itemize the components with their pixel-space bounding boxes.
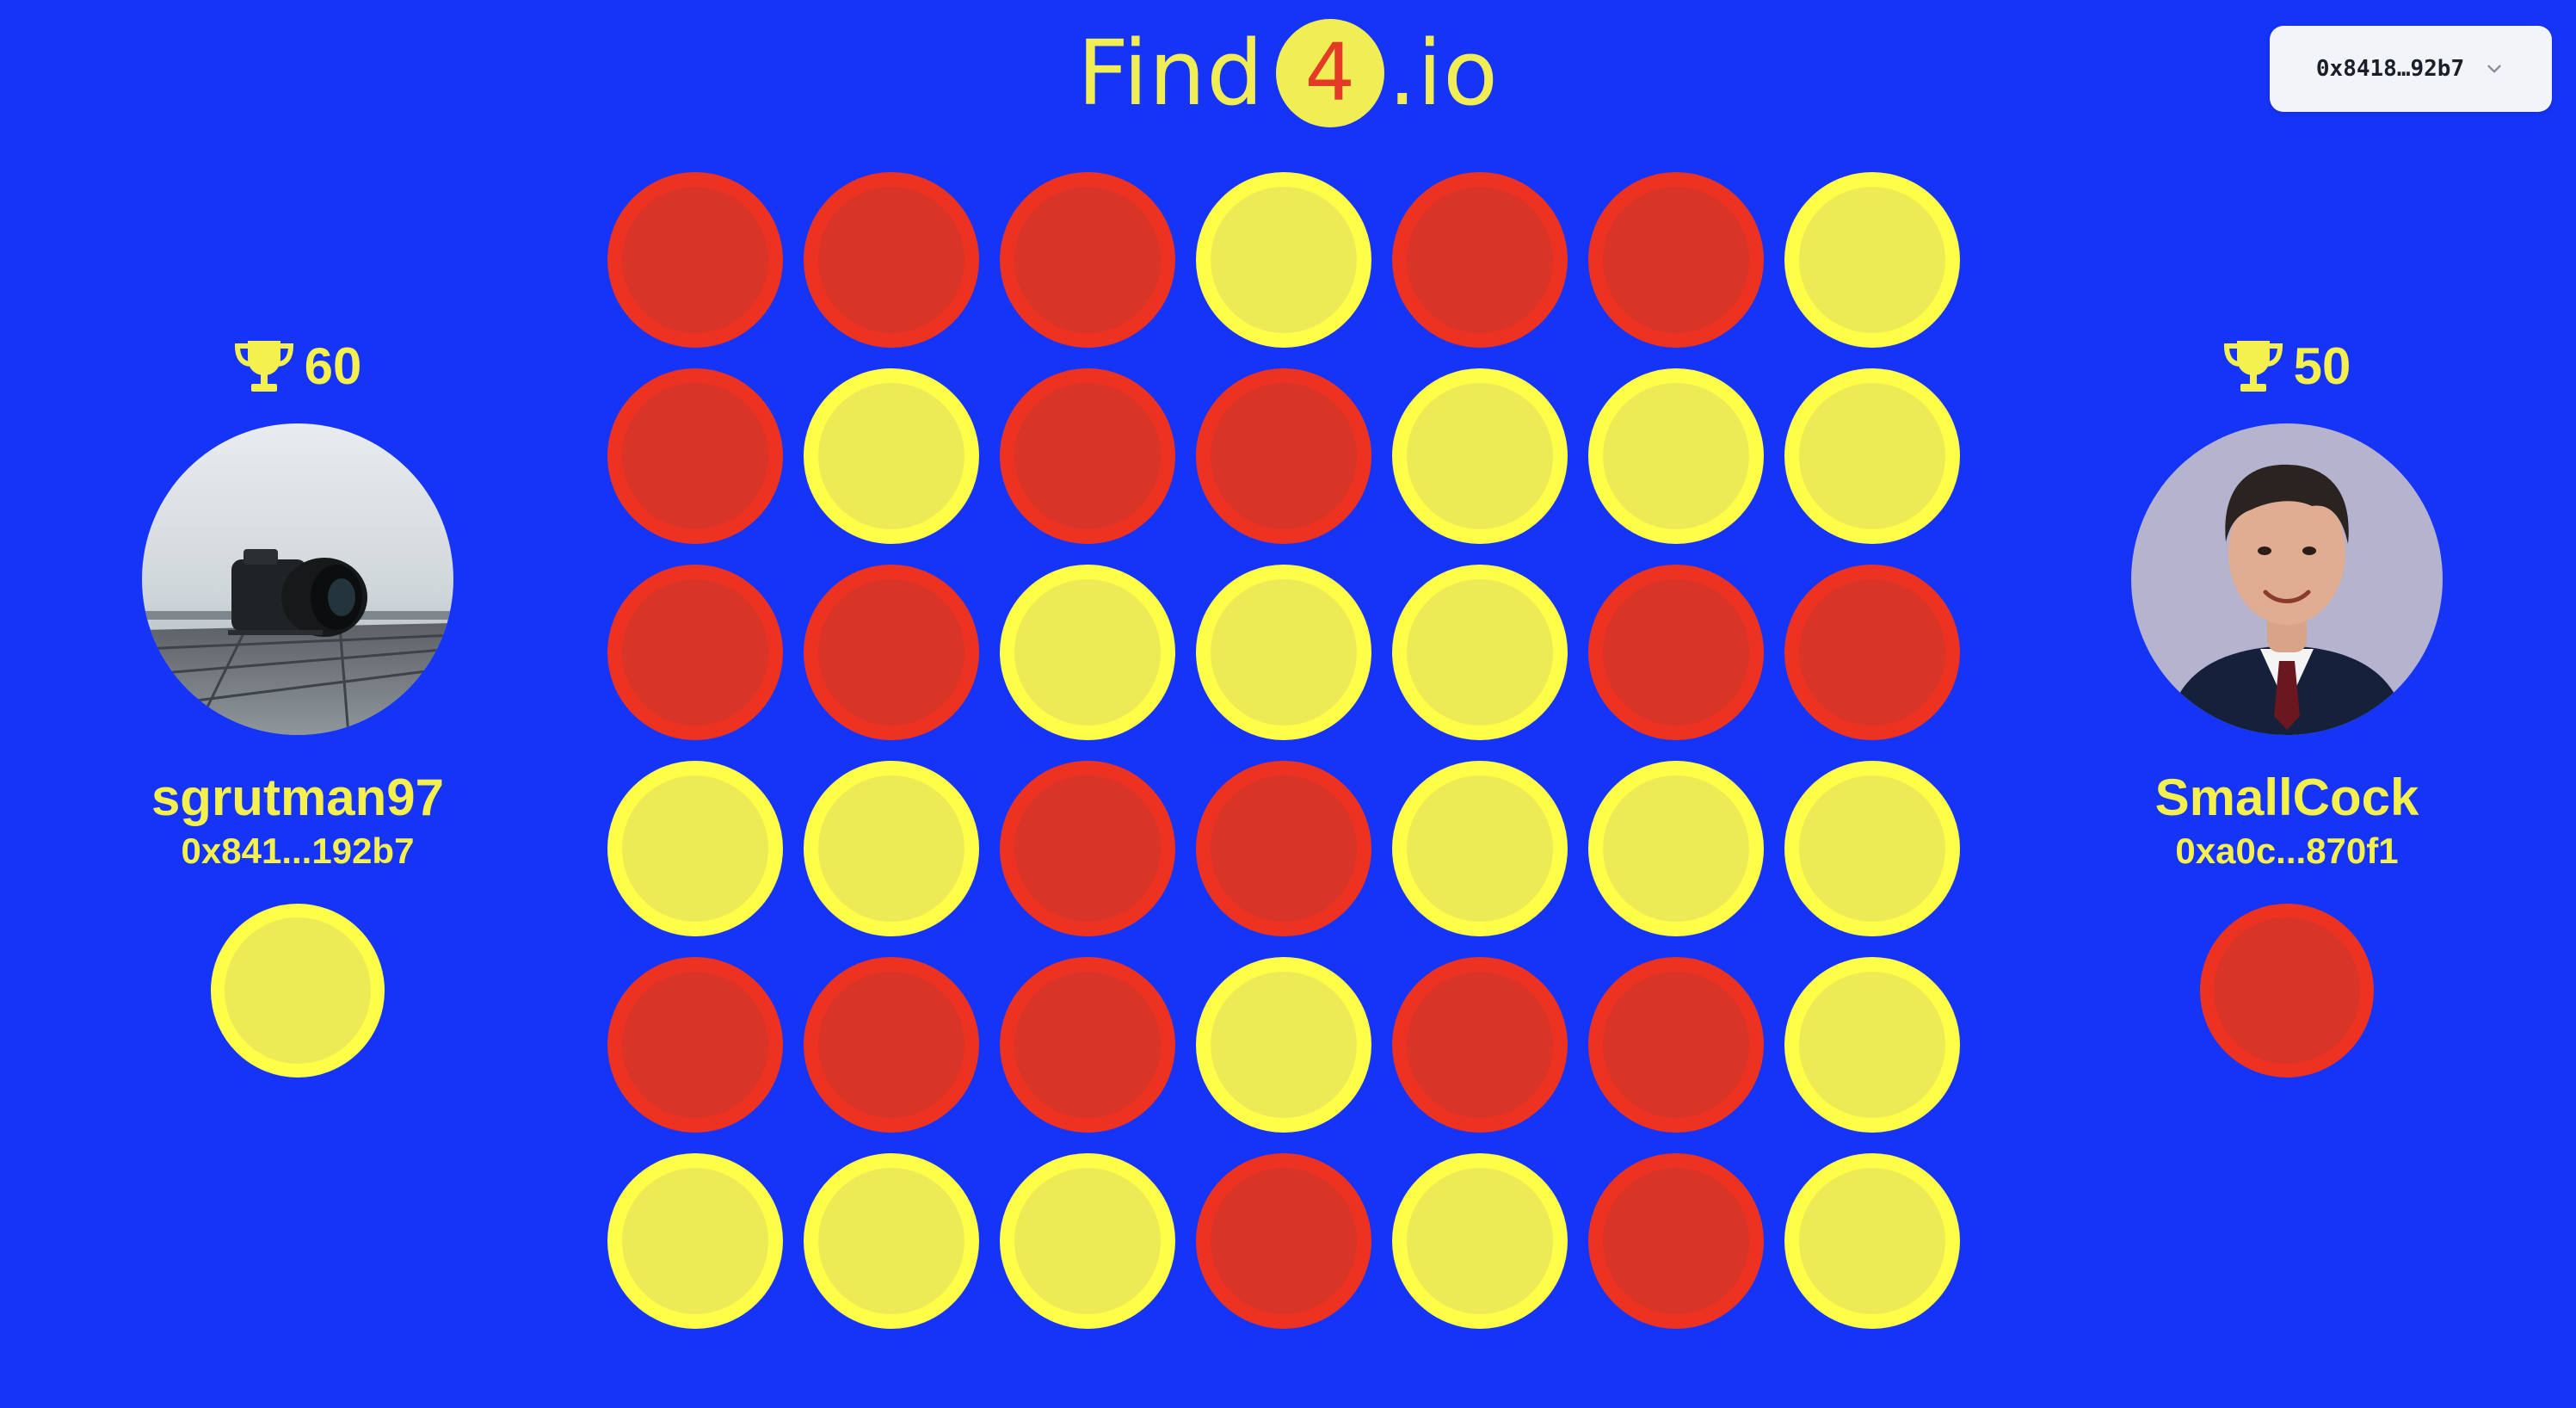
board-cell-r1-c7-yellow[interactable] (1784, 172, 1960, 348)
board-cell-r2-c5-yellow[interactable] (1392, 368, 1568, 544)
board-cell-r2-c4-red[interactable] (1196, 368, 1371, 544)
player-right-disc-indicator (2200, 904, 2374, 1078)
board-cell-r3-c5-yellow[interactable] (1392, 565, 1568, 740)
board-cell-r3-c3-yellow[interactable] (1000, 565, 1175, 740)
board-cell-r6-c4-red[interactable] (1196, 1153, 1371, 1329)
board-cell-r5-c1-red[interactable] (607, 957, 783, 1133)
player-left-panel: 60 sgrutman97 0x841...192b7 (108, 336, 487, 1078)
board-cell-r4-c5-yellow[interactable] (1392, 761, 1568, 936)
wallet-address: 0x8418…92b7 (2315, 56, 2465, 82)
board-cell-r6-c3-yellow[interactable] (1000, 1153, 1175, 1329)
board-cell-r5-c7-yellow[interactable] (1784, 957, 1960, 1133)
trophy-icon (234, 341, 293, 392)
app-logo: Find 4 .io (0, 19, 2576, 127)
board-cell-r2-c2-yellow[interactable] (804, 368, 979, 544)
player-right-trophy-count: 50 (2293, 337, 2351, 395)
player-right-address: 0xa0c...870f1 (2175, 831, 2399, 871)
board-cell-r5-c4-yellow[interactable] (1196, 957, 1371, 1133)
logo-four-badge: 4 (1276, 19, 1385, 127)
board-cell-r2-c1-red[interactable] (607, 368, 783, 544)
board-cell-r6-c6-red[interactable] (1588, 1153, 1764, 1329)
board-cell-r6-c1-yellow[interactable] (607, 1153, 783, 1329)
player-left-avatar (142, 423, 453, 735)
board-cell-r5-c6-red[interactable] (1588, 957, 1764, 1133)
board-cell-r1-c4-yellow[interactable] (1196, 172, 1371, 348)
player-left-address: 0x841...192b7 (181, 831, 415, 871)
board-cell-r4-c4-red[interactable] (1196, 761, 1371, 936)
board-cell-r1-c2-red[interactable] (804, 172, 979, 348)
board-cell-r3-c7-red[interactable] (1784, 565, 1960, 740)
board-cell-r1-c3-red[interactable] (1000, 172, 1175, 348)
logo-text-prefix: Find (1077, 21, 1265, 126)
board-cell-r3-c2-red[interactable] (804, 565, 979, 740)
board-cell-r6-c5-yellow[interactable] (1392, 1153, 1568, 1329)
trophy-icon (2223, 341, 2283, 392)
board-cell-r3-c6-red[interactable] (1588, 565, 1764, 740)
chevron-down-icon (2483, 58, 2505, 80)
board-cell-r4-c1-yellow[interactable] (607, 761, 783, 936)
board-cell-r6-c2-yellow[interactable] (804, 1153, 979, 1329)
board-cell-r3-c4-yellow[interactable] (1196, 565, 1371, 740)
board-cell-r5-c2-red[interactable] (804, 957, 979, 1133)
player-left-score: 60 (234, 336, 362, 398)
player-right-avatar (2131, 423, 2443, 735)
player-left-disc-indicator (211, 904, 385, 1078)
logo-text-suffix: .io (1388, 21, 1499, 126)
board-cell-r4-c6-yellow[interactable] (1588, 761, 1764, 936)
player-left-trophy-count: 60 (304, 337, 362, 395)
game-board[interactable] (607, 172, 1981, 1353)
board-cell-r5-c3-red[interactable] (1000, 957, 1175, 1133)
board-cell-r2-c3-red[interactable] (1000, 368, 1175, 544)
board-cell-r1-c5-red[interactable] (1392, 172, 1568, 348)
board-cell-r4-c3-red[interactable] (1000, 761, 1175, 936)
board-cell-r1-c1-red[interactable] (607, 172, 783, 348)
player-left-name: sgrutman97 (151, 769, 445, 826)
board-cell-r6-c7-yellow[interactable] (1784, 1153, 1960, 1329)
board-cell-r2-c6-yellow[interactable] (1588, 368, 1764, 544)
player-right-panel: 50 SmallCock 0xa0c...870f1 (2098, 336, 2476, 1078)
board-cell-r5-c5-red[interactable] (1392, 957, 1568, 1133)
board-cell-r4-c2-yellow[interactable] (804, 761, 979, 936)
player-right-name: SmallCock (2154, 769, 2419, 826)
board-cell-r4-c7-yellow[interactable] (1784, 761, 1960, 936)
board-cell-r2-c7-yellow[interactable] (1784, 368, 1960, 544)
wallet-account-button[interactable]: 0x8418…92b7 (2270, 26, 2552, 112)
board-cell-r3-c1-red[interactable] (607, 565, 783, 740)
player-right-score: 50 (2223, 336, 2351, 398)
board-cell-r1-c6-red[interactable] (1588, 172, 1764, 348)
